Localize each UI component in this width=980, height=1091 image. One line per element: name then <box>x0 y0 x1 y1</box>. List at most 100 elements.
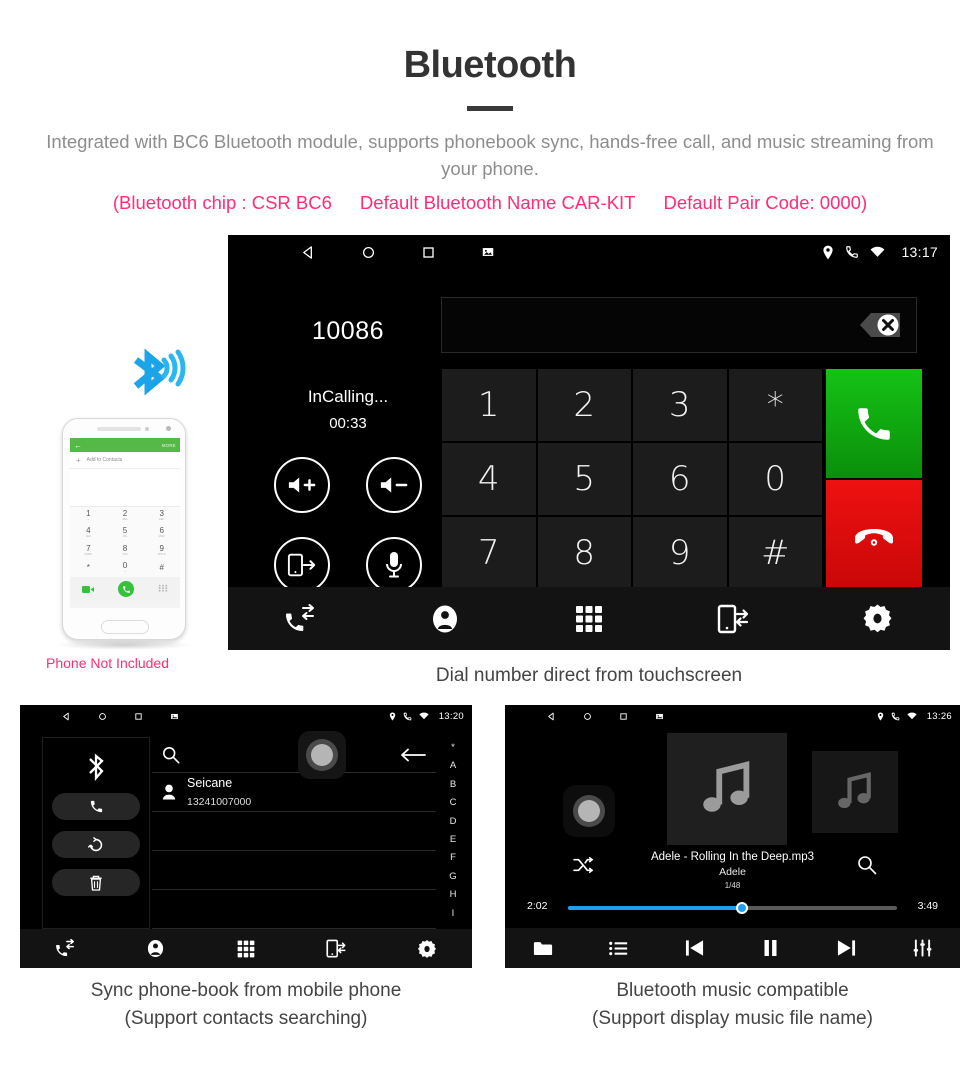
spec-line: (Bluetooth chip : CSR BC6Default Bluetoo… <box>20 192 960 214</box>
phonebook-caption-line1: Sync phone-book from mobile phone <box>20 977 472 1005</box>
phone-not-included-note: Phone Not Included <box>0 655 215 671</box>
recents-icon[interactable] <box>605 712 641 721</box>
contact-search-bar[interactable] <box>152 737 436 773</box>
index-letter[interactable]: D <box>450 813 457 831</box>
music-next-button[interactable] <box>808 939 884 957</box>
phone-app-topbar: ← MORE <box>70 438 180 452</box>
keypad-key-2[interactable]: 2 <box>538 369 632 441</box>
phone-key-star: * <box>70 560 107 578</box>
phonebook-caption-line2: (Support contacts searching) <box>20 1005 472 1033</box>
progress-handle[interactable] <box>736 902 748 914</box>
index-letter[interactable]: I <box>452 905 455 923</box>
keypad-key-4[interactable]: 4 <box>442 443 536 515</box>
nav-settings[interactable] <box>806 603 950 634</box>
music-status-bar: 13:26 <box>505 705 960 727</box>
keypad-key-hash[interactable]: # <box>729 517 823 589</box>
music-note-icon <box>696 758 758 820</box>
home-icon[interactable] <box>569 712 605 721</box>
home-icon[interactable] <box>84 712 120 721</box>
music-caption-line2: (Support display music file name) <box>505 1005 960 1033</box>
index-letter[interactable]: C <box>450 794 457 812</box>
dialer-keypad[interactable]: 123* 4560 789# <box>442 369 822 589</box>
phonebook-call-button[interactable] <box>52 793 140 820</box>
phone-more-label: MORE <box>162 443 176 448</box>
nav-keypad[interactable] <box>517 605 661 633</box>
call-button[interactable] <box>826 369 922 478</box>
music-pause-button[interactable] <box>732 939 808 957</box>
keypad-key-7[interactable]: 7 <box>442 517 536 589</box>
screenshot-icon[interactable] <box>458 245 518 259</box>
gear-icon <box>417 939 437 959</box>
progress-slider[interactable] <box>568 906 897 910</box>
music-playlist-button[interactable] <box>581 940 657 957</box>
nav-contacts[interactable] <box>110 939 200 958</box>
phonebook-caption: Sync phone-book from mobile phone (Suppo… <box>20 977 472 1033</box>
status-time: 13:17 <box>901 244 938 260</box>
list-icon <box>609 940 628 957</box>
music-equalizer-button[interactable] <box>884 939 960 957</box>
music-screenshot: 13:26 Adele - Rolling In the Deep.mp3 Ad… <box>505 705 960 968</box>
volume-down-button[interactable] <box>348 445 440 525</box>
contact-row-empty <box>152 890 436 929</box>
home-icon[interactable] <box>338 245 398 260</box>
call-log-icon <box>283 604 317 634</box>
index-letter[interactable]: H <box>450 886 457 904</box>
nav-phone-sync[interactable] <box>661 604 805 634</box>
index-letter[interactable]: B <box>450 776 456 794</box>
volume-knob-overlay <box>563 785 615 837</box>
music-previous-button[interactable] <box>657 939 733 957</box>
spec-pair-code: Default Pair Code: 0000) <box>663 192 867 214</box>
nav-settings[interactable] <box>382 939 472 959</box>
track-title: Adele - Rolling In the Deep.mp3 <box>505 851 960 863</box>
keypad-key-8[interactable]: 8 <box>538 517 632 589</box>
hangup-button[interactable] <box>826 480 922 589</box>
call-controls <box>256 445 440 605</box>
phone-transfer-icon <box>274 537 330 593</box>
keypad-key-5[interactable]: 5 <box>538 443 632 515</box>
index-letter[interactable]: F <box>450 849 456 867</box>
backspace-delete-icon[interactable] <box>844 308 902 342</box>
number-input-field[interactable] <box>441 297 917 353</box>
phone-sensor <box>145 427 149 431</box>
dialer-screenshot: 13:17 10086 InCalling... 00:33 <box>228 235 950 650</box>
keypad-key-3[interactable]: 3 <box>633 369 727 441</box>
alphabet-index-bar[interactable]: *ABCDEFGHI <box>440 737 466 929</box>
index-letter[interactable]: * <box>451 739 455 757</box>
nav-call-log[interactable] <box>20 939 110 958</box>
keypad-key-star[interactable]: * <box>729 369 823 441</box>
contact-name: Seicane <box>187 776 232 790</box>
nav-keypad[interactable] <box>201 940 291 958</box>
contact-person-icon <box>430 604 460 634</box>
keypad-key-1[interactable]: 1 <box>442 369 536 441</box>
arrow-left-icon[interactable] <box>400 748 426 762</box>
screenshot-icon[interactable] <box>641 712 677 721</box>
phone-key-3: 3DEF <box>143 507 180 525</box>
index-letter[interactable]: G <box>449 868 456 886</box>
nav-call-log[interactable] <box>228 604 372 634</box>
recents-icon[interactable] <box>398 245 458 260</box>
elapsed-time: 2:02 <box>527 900 547 912</box>
music-folder-button[interactable] <box>505 940 581 957</box>
track-artist: Adele <box>505 866 960 878</box>
phonebook-sync-button[interactable] <box>52 831 140 858</box>
nav-phone-sync[interactable] <box>291 939 381 958</box>
index-letter[interactable]: E <box>450 831 456 849</box>
volume-up-button[interactable] <box>256 445 348 525</box>
contact-row[interactable]: Seicane13241007000 <box>152 773 436 812</box>
location-pin-icon <box>822 245 834 260</box>
nav-contacts[interactable] <box>372 604 516 634</box>
back-icon[interactable] <box>533 712 569 721</box>
keypad-key-6[interactable]: 6 <box>633 443 727 515</box>
recents-icon[interactable] <box>120 712 156 721</box>
phone-key-hash: # <box>143 560 180 578</box>
keypad-key-0[interactable]: 0 <box>729 443 823 515</box>
keypad-key-9[interactable]: 9 <box>633 517 727 589</box>
index-letter[interactable]: A <box>450 757 456 775</box>
back-icon[interactable] <box>278 245 338 260</box>
screenshot-icon[interactable] <box>156 712 192 721</box>
wifi-icon <box>419 712 429 720</box>
phonebook-delete-button[interactable] <box>52 869 140 896</box>
back-icon[interactable] <box>48 712 84 721</box>
phone-icon <box>845 245 859 259</box>
handset-down-icon <box>851 520 897 550</box>
